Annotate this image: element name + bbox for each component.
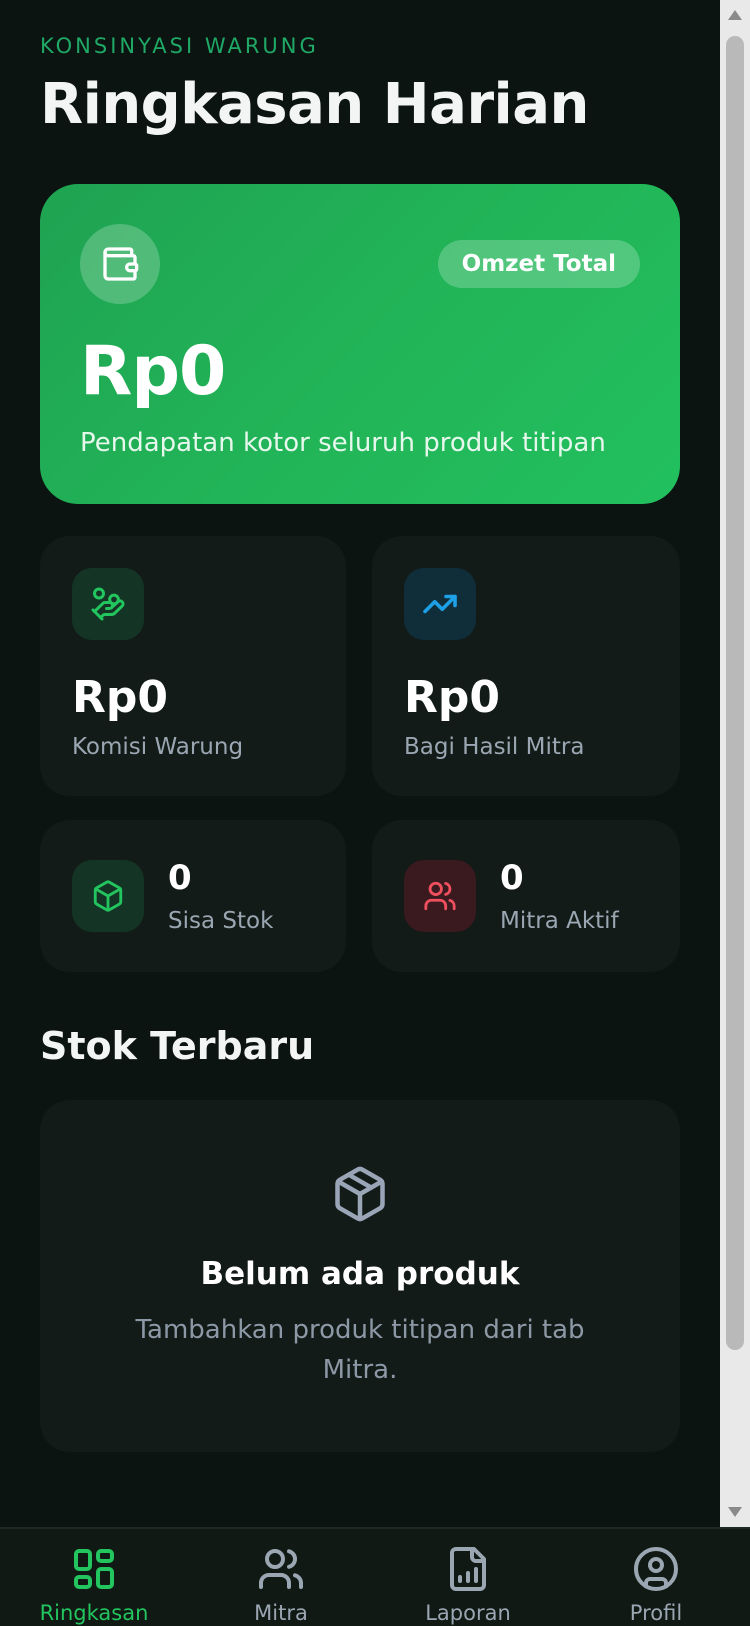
page-title: Ringkasan Harian <box>40 72 589 137</box>
users-icon <box>404 860 476 932</box>
nav-label-profil: Profil <box>629 1601 683 1625</box>
trending-up-icon <box>404 568 476 640</box>
bottom-navigation: Ringkasan Mitra Laporan Profil <box>0 1527 750 1626</box>
sisa-stok-label: Sisa Stok <box>168 908 274 934</box>
omzet-total-card[interactable]: Omzet Total Rp0 Pendapatan kotor seluruh… <box>40 184 680 504</box>
main-content: KONSINYASI WARUNG Ringkasan Harian Omzet… <box>0 0 720 1527</box>
omzet-total-value: Rp0 <box>80 332 226 411</box>
bagi-hasil-mitra-value: Rp0 <box>404 672 500 723</box>
hand-coins-icon <box>72 568 144 640</box>
komisi-warung-value: Rp0 <box>72 672 168 723</box>
nav-item-ringkasan[interactable]: Ringkasan <box>14 1529 174 1626</box>
scroll-up-arrow-icon[interactable] <box>728 10 742 20</box>
komisi-warung-card[interactable]: Rp0 Komisi Warung <box>40 536 346 796</box>
sisa-stok-value: 0 <box>168 858 192 898</box>
nav-label-laporan: Laporan <box>425 1601 511 1625</box>
wallet-icon <box>80 224 160 304</box>
mitra-aktif-label: Mitra Aktif <box>500 908 619 934</box>
layout-grid-icon <box>70 1545 118 1593</box>
user-circle-icon <box>632 1545 680 1593</box>
mitra-aktif-value: 0 <box>500 858 524 898</box>
bagi-hasil-mitra-card[interactable]: Rp0 Bagi Hasil Mitra <box>372 536 680 796</box>
omzet-total-badge: Omzet Total <box>437 240 640 288</box>
package-icon <box>330 1164 390 1224</box>
komisi-warung-label: Komisi Warung <box>72 734 244 760</box>
sisa-stok-card[interactable]: 0 Sisa Stok <box>40 820 346 972</box>
empty-state-description: Tambahkan produk titipan dari tab Mitra. <box>135 1315 585 1385</box>
file-chart-icon <box>444 1545 492 1593</box>
users-icon <box>257 1545 305 1593</box>
nav-item-laporan[interactable]: Laporan <box>388 1529 548 1626</box>
nav-item-mitra[interactable]: Mitra <box>201 1529 361 1626</box>
stok-terbaru-title: Stok Terbaru <box>40 1024 315 1068</box>
app-eyebrow: KONSINYASI WARUNG <box>40 34 319 58</box>
omzet-total-description: Pendapatan kotor seluruh produk titipan <box>80 428 606 458</box>
mitra-aktif-card[interactable]: 0 Mitra Aktif <box>372 820 680 972</box>
nav-label-ringkasan: Ringkasan <box>39 1601 149 1625</box>
empty-state: Belum ada produk Tambahkan produk titipa… <box>40 1100 680 1452</box>
scroll-thumb[interactable] <box>726 36 744 1350</box>
empty-state-title: Belum ada produk <box>200 1256 520 1292</box>
package-icon <box>72 860 144 932</box>
scrollbar[interactable] <box>720 0 750 1527</box>
nav-label-mitra: Mitra <box>254 1601 308 1625</box>
bagi-hasil-mitra-label: Bagi Hasil Mitra <box>404 734 585 760</box>
nav-item-profil[interactable]: Profil <box>576 1529 736 1626</box>
scroll-down-arrow-icon[interactable] <box>728 1507 742 1517</box>
